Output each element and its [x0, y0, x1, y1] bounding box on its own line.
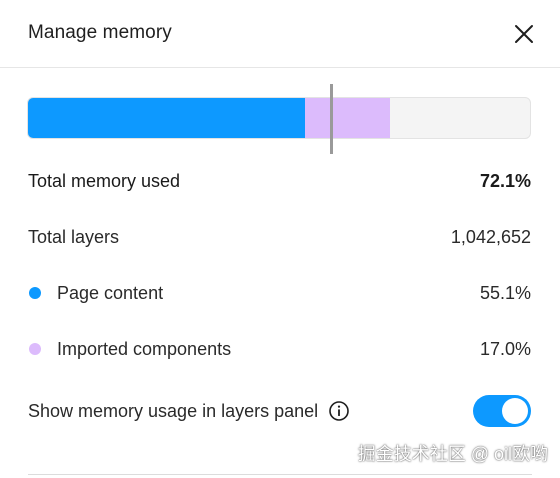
toggle-knob — [502, 398, 528, 424]
close-icon — [515, 25, 533, 43]
dialog-header: Manage memory — [0, 0, 560, 68]
total-layers-row: Total layers 1,042,652 — [28, 222, 531, 252]
footer-divider — [28, 474, 532, 475]
imported-components-label: Imported components — [57, 338, 232, 359]
page-content-label: Page content — [57, 282, 164, 303]
memory-limit-marker — [329, 84, 333, 154]
total-memory-row: Total memory used 72.1% — [28, 166, 531, 196]
info-icon[interactable] — [328, 400, 350, 422]
watermark: 掘金技术社区 @ oil欧哟 — [357, 444, 548, 464]
page-content-legend-dot — [29, 287, 41, 299]
total-memory-value: 72.1% — [479, 170, 531, 191]
total-layers-value: 1,042,652 — [450, 226, 531, 247]
show-memory-setting-row: Show memory usage in layers panel — [28, 395, 531, 427]
page-content-row: Page content 55.1% — [28, 278, 531, 308]
imported-components-value: 17.0% — [479, 338, 531, 359]
page-content-segment — [28, 98, 305, 138]
imported-components-legend-dot — [29, 343, 41, 355]
total-memory-label: Total memory used — [28, 170, 181, 191]
total-layers-label: Total layers — [28, 226, 120, 247]
imported-components-row: Imported components 17.0% — [28, 334, 531, 364]
close-button[interactable] — [510, 20, 538, 48]
memory-usage-bar — [27, 97, 531, 139]
imported-components-segment — [304, 98, 390, 138]
show-memory-label: Show memory usage in layers panel — [28, 400, 319, 421]
page-content-value: 55.1% — [479, 282, 531, 303]
dialog-title: Manage memory — [28, 22, 172, 43]
show-memory-toggle[interactable] — [473, 395, 531, 427]
